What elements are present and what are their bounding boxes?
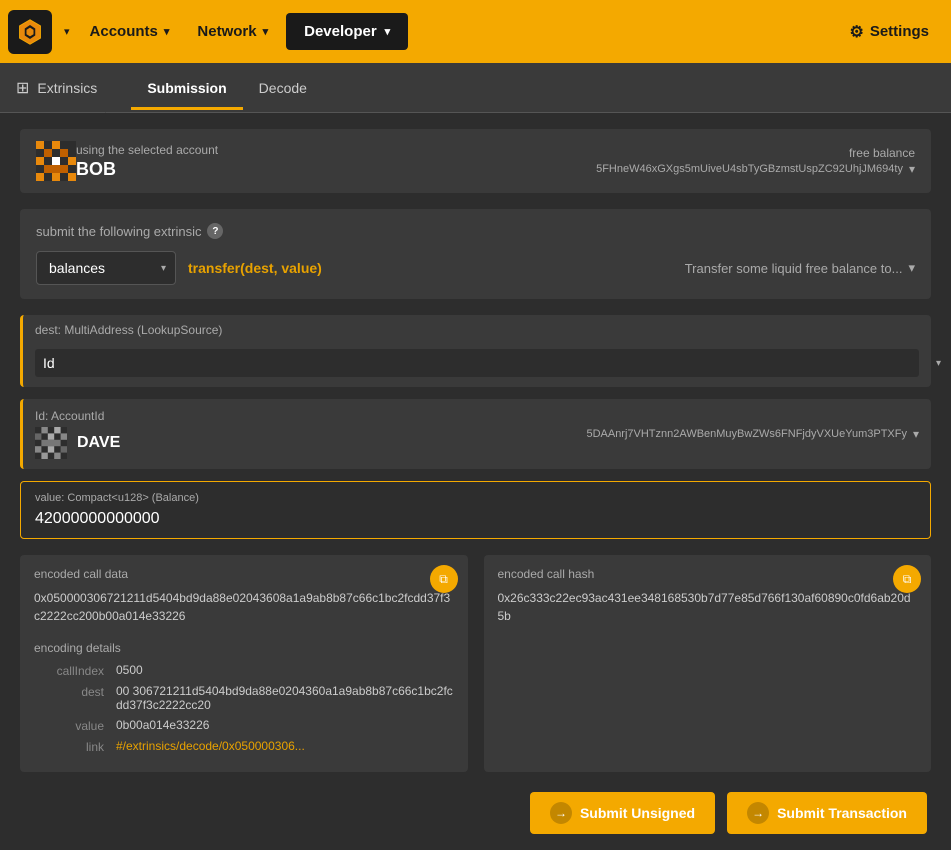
- dest-account-dropdown[interactable]: ▾: [913, 427, 919, 441]
- developer-nav-arrow: ▾: [385, 25, 391, 38]
- dest-select-row: Id ▾: [23, 345, 931, 387]
- developer-nav-label: Developer: [304, 23, 377, 40]
- balance-section: free balance 5FHneW46xGXgs5mUiveU4sbTyGB…: [596, 146, 915, 176]
- submit-unsigned-label: Submit Unsigned: [580, 805, 695, 821]
- account-address: 5FHneW46xGXgs5mUiveU4sbTyGBzmstUspZC92Uh…: [596, 163, 903, 175]
- extrinsic-section: submit the following extrinsic ? balance…: [20, 209, 931, 299]
- submit-transaction-label: Submit Transaction: [777, 805, 907, 821]
- logo[interactable]: [8, 10, 52, 54]
- copy-icon: ⧉: [439, 572, 448, 587]
- dest-section: dest: MultiAddress (LookupSource) Id ▾: [20, 315, 931, 387]
- encoded-call-data-value: 0x050000306721211d5404bd9da88e02043608a1…: [34, 589, 454, 625]
- dest-label: dest: MultiAddress (LookupSource): [23, 315, 931, 345]
- method-label: transfer(dest, value): [188, 260, 322, 276]
- dest-account-address: 5DAAnrj7VHTznn2AWBenMuyBwZWs6FNFjdyVXUeY…: [586, 428, 907, 440]
- value-label: value: Compact<u128> (Balance): [35, 492, 916, 504]
- accounts-nav-arrow: ▾: [164, 25, 170, 38]
- encoded-call-data-block: encoded call data 0x050000306721211d5404…: [20, 555, 468, 772]
- copy-call-hash-button[interactable]: ⧉: [893, 565, 921, 593]
- address-row: 5FHneW46xGXgs5mUiveU4sbTyGBzmstUspZC92Uh…: [596, 162, 915, 176]
- encoded-call-hash-value: 0x26c333c22ec93ac431ee348168530b7d77e85d…: [498, 589, 918, 625]
- account-name: BOB: [76, 159, 596, 180]
- main-header: ▾ Accounts ▾ Network ▾ Developer ▾ ⚙ Set…: [0, 0, 951, 63]
- encoded-grid: encoded call data 0x050000306721211d5404…: [20, 555, 931, 772]
- accounts-nav-button[interactable]: Accounts ▾: [76, 15, 184, 48]
- tab-decode[interactable]: Decode: [243, 66, 323, 110]
- accounts-nav-label: Accounts: [90, 23, 158, 40]
- link-detail-key: link: [34, 739, 104, 754]
- copy-call-data-button[interactable]: ⧉: [430, 565, 458, 593]
- account-dropdown-arrow[interactable]: ▾: [909, 162, 915, 176]
- dest-detail-key: dest: [34, 684, 104, 699]
- free-balance-label: free balance: [596, 146, 915, 160]
- value-input[interactable]: [35, 510, 916, 528]
- account-row: using the selected account BOB free bala…: [20, 129, 931, 193]
- callindex-key: callIndex: [34, 663, 104, 678]
- submit-extrinsic-label: submit the following extrinsic: [36, 224, 201, 239]
- value-detail-val: 0b00a014e33226: [116, 718, 454, 732]
- tabs-bar: ⊞ Extrinsics Submission Decode: [0, 63, 951, 113]
- transfer-desc-text: Transfer some liquid free balance to...: [685, 261, 903, 276]
- module-select-wrapper: balances ▾: [36, 251, 176, 285]
- encoding-details: encoding details callIndex 0500 dest 00 …: [34, 641, 454, 754]
- network-nav-button[interactable]: Network ▾: [183, 15, 282, 48]
- copy-hash-icon: ⧉: [903, 572, 912, 587]
- logo-dropdown-button[interactable]: ▾: [58, 21, 76, 42]
- link-detail-row: link #/extrinsics/decode/0x050000306...: [34, 739, 454, 754]
- submit-transaction-button[interactable]: → Submit Transaction: [727, 792, 927, 834]
- encoded-call-data-title: encoded call data: [34, 567, 454, 581]
- network-nav-arrow: ▾: [263, 25, 269, 38]
- dest-type-select[interactable]: Id: [35, 349, 919, 377]
- callindex-row: callIndex 0500: [34, 663, 454, 678]
- settings-nav-label: Settings: [870, 23, 929, 40]
- dave-avatar: [35, 427, 67, 459]
- id-account-row: DAVE: [35, 427, 576, 459]
- network-nav-label: Network: [197, 23, 256, 40]
- value-detail-row: value 0b00a014e33226: [34, 718, 454, 733]
- transfer-desc-arrow[interactable]: ▾: [908, 260, 915, 276]
- transfer-description: Transfer some liquid free balance to... …: [685, 260, 915, 276]
- extrinsics-icon: ⊞: [16, 78, 29, 98]
- submit-unsigned-icon: →: [550, 802, 572, 824]
- settings-nav-button[interactable]: ⚙ Settings: [835, 14, 943, 50]
- value-detail-key: value: [34, 718, 104, 733]
- main-content: using the selected account BOB free bala…: [0, 113, 951, 850]
- extrinsics-section-label: ⊞ Extrinsics: [16, 78, 97, 98]
- id-section: Id: AccountId DAVE: [20, 399, 931, 469]
- dest-select-arrow: ▾: [936, 358, 941, 369]
- bob-avatar: [36, 141, 76, 181]
- dest-address-row: 5DAAnrj7VHTznn2AWBenMuyBwZWs6FNFjdyVXUeY…: [586, 427, 919, 441]
- account-info: using the selected account BOB: [76, 143, 596, 180]
- using-account-label: using the selected account: [76, 143, 596, 157]
- encoded-call-hash-block: encoded call hash 0x26c333c22ec93ac431ee…: [484, 555, 932, 772]
- encoding-details-title: encoding details: [34, 641, 454, 655]
- callindex-val: 0500: [116, 663, 454, 677]
- dest-detail-row: dest 00 306721211d5404bd9da88e0204360a1a…: [34, 684, 454, 712]
- extrinsics-label-text: Extrinsics: [37, 80, 97, 96]
- dest-detail-val: 00 306721211d5404bd9da88e0204360a1a9ab8b…: [116, 684, 454, 712]
- decode-link[interactable]: #/extrinsics/decode/0x050000306...: [116, 739, 454, 753]
- action-row: → Submit Unsigned → Submit Transaction: [20, 792, 931, 834]
- gear-icon: ⚙: [849, 22, 863, 42]
- module-select[interactable]: balances: [36, 251, 176, 285]
- submit-unsigned-button[interactable]: → Submit Unsigned: [530, 792, 715, 834]
- submit-transaction-icon: →: [747, 802, 769, 824]
- extrinsic-controls: balances ▾ transfer(dest, value) Transfe…: [36, 251, 915, 285]
- extrinsic-header: submit the following extrinsic ?: [36, 223, 915, 239]
- help-icon[interactable]: ?: [207, 223, 223, 239]
- id-account-label: Id: AccountId: [35, 409, 576, 423]
- developer-nav-button[interactable]: Developer ▾: [286, 13, 408, 50]
- encoded-call-hash-title: encoded call hash: [498, 567, 918, 581]
- tab-submission[interactable]: Submission: [131, 66, 242, 110]
- value-section: value: Compact<u128> (Balance): [20, 481, 931, 539]
- dest-account-name: DAVE: [77, 434, 120, 452]
- tab-divider: [105, 63, 123, 113]
